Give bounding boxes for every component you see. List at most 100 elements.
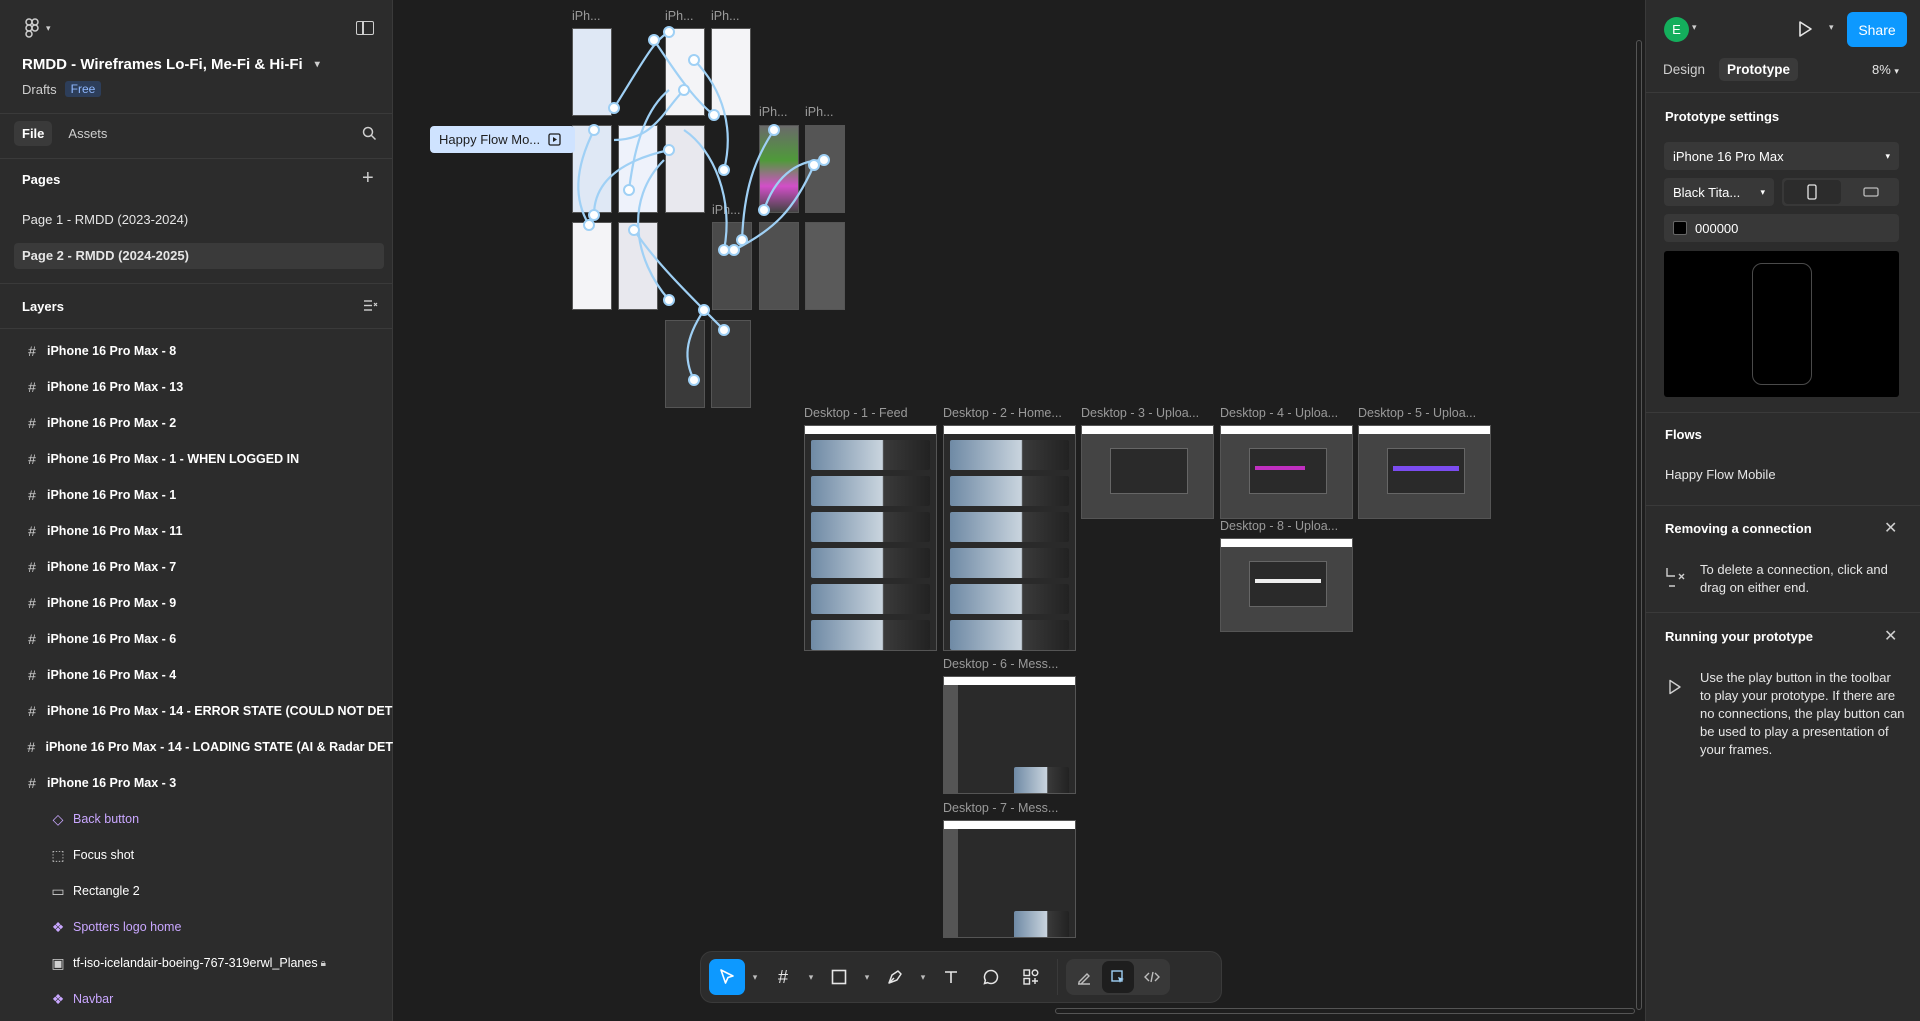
child-layer-row[interactable]: ⬚ Focus shot [48, 845, 393, 865]
landscape-icon [1863, 187, 1879, 197]
child-layer-row[interactable]: ▣ tf-iso-icelandair-boeing-767-319erwl_Pl… [48, 953, 393, 973]
rectangle-icon: ▭ [51, 882, 65, 899]
shape-tool-button[interactable] [821, 959, 857, 995]
desktop-frame[interactable] [943, 425, 1076, 651]
bottom-toolbar: ▾ # ▾ ▾ ▾ [700, 951, 1222, 1003]
actions-icon [1023, 969, 1039, 985]
model-color-value: Black Tita... [1673, 184, 1741, 200]
page-item-1[interactable]: Page 1 - RMDD (2023-2024) [14, 207, 384, 233]
layer-row[interactable]: # iPhone 16 Pro Max - 13 [22, 377, 393, 397]
sidebar-toggle-icon[interactable] [356, 21, 374, 35]
layer-row[interactable]: # iPhone 16 Pro Max - 2 [22, 413, 393, 433]
child-layer-row[interactable]: ❖ Navbar [48, 989, 393, 1009]
search-icon[interactable] [362, 126, 377, 141]
tab-file[interactable]: File [14, 121, 53, 146]
file-location: Drafts Free [22, 81, 102, 97]
right-panel: E ▾ ▾ Share Design Prototype 8% ▾ Protot… [1645, 0, 1920, 1021]
layer-row[interactable]: # iPhone 16 Pro Max - 4 [22, 665, 393, 685]
layer-name: Navbar [73, 992, 114, 1006]
chevron-down-icon[interactable]: ▾ [1829, 22, 1834, 33]
chevron-down-icon[interactable]: ▾ [749, 972, 761, 983]
file-title[interactable]: RMDD - Wireframes Lo-Fi, Me-Fi & Hi-Fi ▾ [22, 56, 320, 73]
avatar[interactable]: E [1664, 17, 1689, 42]
prototype-mode-button[interactable] [1102, 961, 1134, 993]
image-icon: ▣ [51, 954, 65, 971]
divider [1646, 505, 1920, 506]
move-tool-button[interactable] [709, 959, 745, 995]
model-color-select[interactable]: Black Tita... ▾ [1664, 178, 1774, 206]
chevron-down-icon[interactable]: ▾ [861, 972, 873, 983]
desktop-frame[interactable] [1081, 425, 1214, 519]
actions-tool-button[interactable] [1013, 959, 1049, 995]
vertical-scrollbar[interactable] [1636, 40, 1642, 1010]
dev-mode-button[interactable] [1136, 961, 1168, 993]
layer-row[interactable]: # iPhone 16 Pro Max - 14 - LOADING STATE … [22, 737, 393, 757]
tab-prototype[interactable]: Prototype [1719, 58, 1799, 81]
frame-tool-button[interactable]: # [765, 959, 801, 995]
zoom-level: 8% [1872, 62, 1891, 77]
add-page-icon[interactable]: + [362, 167, 374, 190]
layer-row[interactable]: # iPhone 16 Pro Max - 6 [22, 629, 393, 649]
drafts-label[interactable]: Drafts [22, 82, 57, 97]
device-select[interactable]: iPhone 16 Pro Max ▾ [1664, 142, 1899, 170]
layer-row[interactable]: # iPhone 16 Pro Max - 7 [22, 557, 393, 577]
layer-name: iPhone 16 Pro Max - 3 [47, 776, 177, 790]
desktop-frame[interactable] [943, 820, 1076, 938]
landscape-button[interactable] [1843, 178, 1900, 206]
desktop-frame[interactable] [1358, 425, 1491, 519]
lock-icon[interactable]: 🔒︎ [321, 958, 326, 969]
child-layer-row[interactable]: ▭ Rectangle 2 [48, 881, 393, 901]
cursor-icon [720, 969, 734, 984]
main-menu-button[interactable]: ▾ [22, 18, 51, 38]
pen-tool-button[interactable] [877, 959, 913, 995]
background-hex[interactable]: 000000 [1695, 221, 1738, 236]
layer-row[interactable]: # iPhone 16 Pro Max - 8 [22, 341, 393, 361]
chevron-down-icon: ▾ [1760, 186, 1765, 197]
layer-row[interactable]: # iPhone 16 Pro Max - 1 - WHEN LOGGED IN [22, 449, 393, 469]
play-icon[interactable] [1797, 20, 1813, 38]
layer-row[interactable]: # iPhone 16 Pro Max - 9 [22, 593, 393, 613]
layer-row[interactable]: # iPhone 16 Pro Max - 11 [22, 521, 393, 541]
portrait-button[interactable] [1784, 180, 1841, 204]
prototype-connections[interactable] [394, 0, 954, 420]
figma-app: ▾ RMDD - Wireframes Lo-Fi, Me-Fi & Hi-Fi… [0, 0, 1920, 1021]
close-icon[interactable]: ✕ [1884, 626, 1897, 646]
chevron-down-icon[interactable]: ▾ [917, 972, 929, 983]
layer-row[interactable]: # iPhone 16 Pro Max - 14 - ERROR STATE (C… [22, 701, 393, 721]
flow-item[interactable]: Happy Flow Mobile [1665, 466, 1776, 484]
phone-outline-icon [1752, 263, 1812, 385]
horizontal-scrollbar[interactable] [1055, 1008, 1635, 1014]
desktop-frame[interactable] [1220, 425, 1353, 519]
layer-row[interactable]: # iPhone 16 Pro Max - 1 [22, 485, 393, 505]
page-item-2[interactable]: Page 2 - RMDD (2024-2025) [14, 243, 384, 269]
desktop-frame[interactable] [943, 676, 1076, 794]
share-button[interactable]: Share [1847, 12, 1907, 47]
color-swatch[interactable] [1673, 221, 1687, 235]
child-layer-row[interactable]: ◇ Back button [48, 809, 393, 829]
close-icon[interactable]: ✕ [1884, 518, 1897, 538]
canvas[interactable]: iPh... iPh... iPh... iPh... iPh... iPh..… [394, 0, 1644, 1021]
file-title-text: RMDD - Wireframes Lo-Fi, Me-Fi & Hi-Fi [22, 56, 303, 73]
desktop-frame[interactable] [1220, 538, 1353, 632]
layer-row[interactable]: # iPhone 16 Pro Max - 3 [22, 773, 393, 793]
chevron-down-icon[interactable]: ▾ [805, 972, 817, 983]
plan-badge[interactable]: Free [64, 81, 102, 97]
frame-icon: # [28, 523, 36, 539]
background-color-field[interactable]: 000000 [1664, 214, 1899, 242]
flow-starting-point-badge[interactable]: Happy Flow Mo... [430, 126, 575, 153]
desktop-frame[interactable] [804, 425, 937, 651]
text-icon [945, 971, 957, 983]
divider [0, 113, 393, 114]
layer-name: tf-iso-icelandair-boeing-767-319erwl_Pla… [73, 956, 318, 970]
tab-assets[interactable]: Assets [60, 121, 115, 146]
frame-label: Desktop - 6 - Mess... [943, 657, 1059, 671]
chevron-down-icon[interactable]: ▾ [1692, 22, 1697, 33]
text-tool-button[interactable] [933, 959, 969, 995]
play-icon [1669, 679, 1681, 695]
tab-design[interactable]: Design [1655, 58, 1713, 81]
zoom-dropdown[interactable]: 8% ▾ [1872, 62, 1899, 77]
collapse-layers-icon[interactable] [363, 299, 378, 312]
child-layer-row[interactable]: ❖ Spotters logo home [48, 917, 393, 937]
draw-mode-button[interactable] [1068, 961, 1100, 993]
comment-tool-button[interactable] [973, 959, 1009, 995]
